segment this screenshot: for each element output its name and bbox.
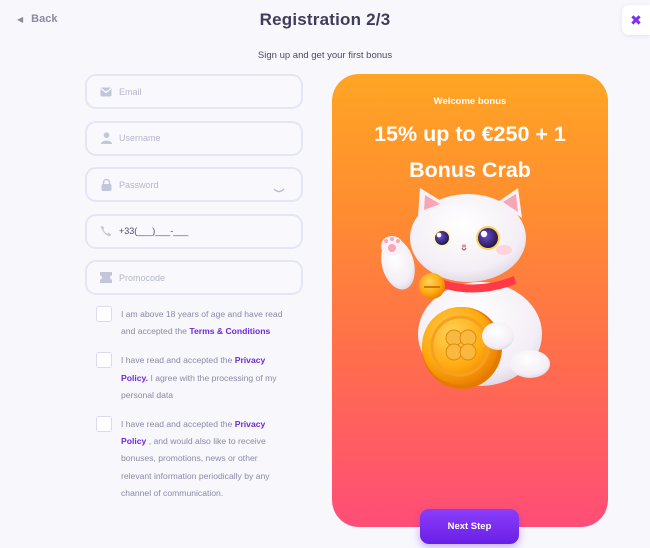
password-field[interactable] (85, 167, 303, 202)
user-icon (100, 132, 112, 144)
close-icon: ✖ (630, 11, 642, 28)
registration-form: +33(___)___-___ (85, 74, 303, 307)
ticket-icon (100, 272, 112, 284)
promocode-field[interactable] (85, 260, 303, 295)
consent-marketing: I have read and accepted the Privacy Pol… (96, 416, 286, 502)
phone-icon (100, 225, 112, 237)
bonus-headline: 15% up to €250 + 1 Bonus Crab (374, 122, 566, 182)
lock-icon (100, 178, 112, 191)
terms-link[interactable]: Terms & Conditions (189, 326, 270, 336)
mail-icon (100, 86, 112, 98)
welcome-bonus-card: Welcome bonus 15% up to €250 + 1 Bonus C… (332, 74, 608, 527)
username-field[interactable] (85, 120, 303, 156)
lucky-cat-illustration (380, 186, 560, 396)
next-step-button[interactable]: Next Step (420, 509, 519, 544)
email-input[interactable] (119, 86, 259, 97)
bonus-label: Welcome bonus (433, 96, 507, 107)
terms-checkbox[interactable] (96, 306, 112, 322)
password-input[interactable] (119, 179, 259, 190)
marketing-checkbox[interactable] (96, 416, 112, 433)
consent-text: I have read and accepted the Privacy Pol… (121, 419, 270, 498)
promocode-input[interactable] (119, 272, 259, 283)
page-title: Registration 2/3 (259, 10, 391, 29)
close-button[interactable]: ✖ (622, 5, 650, 35)
consent-text: I have read and accepted the Privacy Pol… (121, 355, 277, 400)
username-input[interactable] (119, 133, 259, 143)
phone-input[interactable]: +33(___)___-___ (119, 226, 188, 236)
consent-privacy: I have read and accepted the Privacy Pol… (96, 352, 286, 404)
page-subtitle: Sign up and get your first bonus (257, 50, 393, 61)
phone-field[interactable]: +33(___)___-___ (85, 213, 303, 249)
email-field[interactable] (85, 74, 303, 109)
consent-list: I am above 18 years of age and have read… (96, 306, 286, 514)
consent-terms: I am above 18 years of age and have read… (96, 306, 286, 340)
eye-closed-icon[interactable] (273, 181, 285, 199)
consent-text: I am above 18 years of age and have read… (121, 309, 283, 337)
privacy-checkbox[interactable] (96, 352, 112, 369)
